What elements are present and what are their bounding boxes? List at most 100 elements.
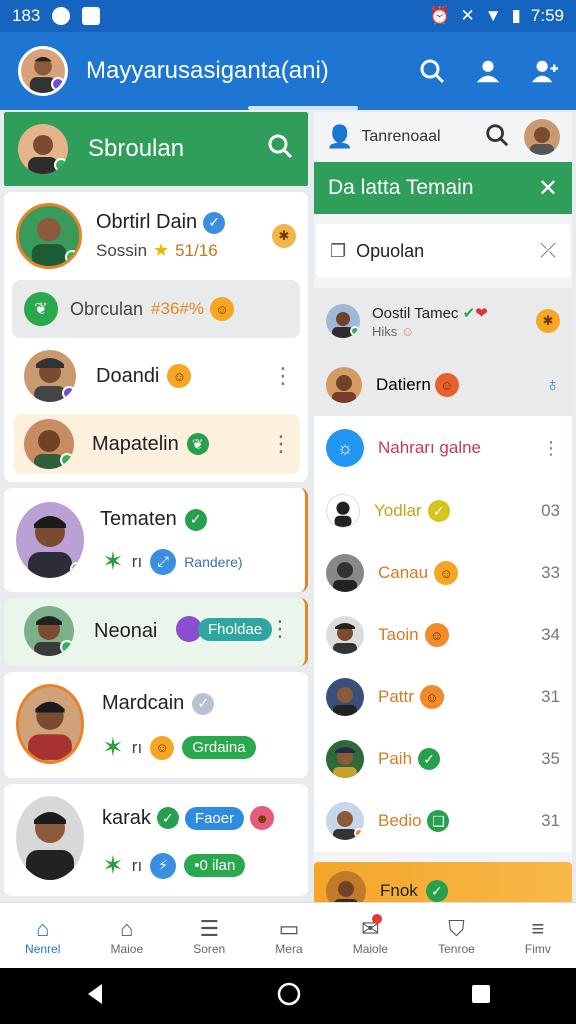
search-input[interactable]: Opuolan — [356, 241, 424, 262]
more-options-icon[interactable]: ⋮ — [542, 438, 560, 459]
bottom-navigation: ⌂ Nenrel ⌂ Maioe ☰ Soren ▭ Mera ✉ Maiole… — [0, 902, 576, 968]
signal-off-icon: ✕ — [460, 6, 475, 25]
contact-name: Datiern — [376, 375, 431, 394]
left-panel: Sbroulan Obrtirl Dain ✓ Sossin ★ 51/16 ✱… — [4, 112, 308, 902]
nav-maioe[interactable]: ⌂ Maioe — [110, 916, 143, 956]
contact-card[interactable]: Mardcain ✓ ✶ rı ☺ Grdaina — [4, 672, 308, 778]
list-item[interactable]: Doandi ☺ ⋮ — [24, 346, 300, 406]
more-options-icon[interactable]: ⋮ — [270, 431, 292, 457]
emoji-icon: ☺ — [209, 297, 234, 321]
right-top-bar: 👤 Tanrenoaal — [314, 112, 572, 162]
avatar — [326, 554, 364, 592]
heart-check-icon: ✓ — [156, 807, 179, 829]
list-item[interactable]: Pattr ☺ 31 — [314, 666, 572, 728]
contact-name: Tematen — [100, 508, 177, 530]
nav-home[interactable]: ⌂ Nenrel — [25, 916, 60, 956]
app-bar: Mayyarusasiganta(ani) — [0, 32, 576, 110]
contact-card[interactable]: Neonai Fholdae ⋮ — [4, 598, 308, 666]
user-icon[interactable]: 👤 — [326, 124, 353, 150]
emoji-icon: ☺ — [400, 323, 415, 339]
status-pill: Faoer — [184, 806, 245, 830]
search-field[interactable]: ❐ Opuolan ⤫ — [316, 224, 570, 278]
award-icon: ♁ — [545, 373, 560, 396]
list-item[interactable]: ❦ Obrculan #36#% ☺ — [12, 280, 300, 338]
house-outline-icon: ⌂ — [120, 915, 134, 941]
clear-icon[interactable]: ⤫ — [540, 240, 556, 263]
more-options-icon[interactable]: ⋮ — [269, 616, 291, 642]
nav-soren[interactable]: ☰ Soren — [193, 916, 225, 956]
status-pill: •0 ilan — [184, 854, 246, 877]
avatar[interactable] — [524, 119, 560, 155]
close-icon[interactable]: ✕ — [538, 174, 558, 203]
verified-icon: ✓ — [192, 692, 215, 715]
nav-mera[interactable]: ▭ Mera — [275, 916, 302, 956]
contact-sub: Hiks — [372, 323, 398, 339]
avatar — [16, 684, 84, 764]
separator-icon: rı — [131, 551, 143, 571]
emoji-icon: ☺ — [434, 561, 459, 585]
list-item[interactable]: Taoin ☺ 34 — [314, 604, 572, 666]
header-avatar[interactable] — [18, 124, 68, 174]
list-item[interactable]: Oostil Tamec ✔❤ Hiks ☺ ✱ — [314, 288, 572, 354]
bookmark-icon: ❐ — [330, 240, 347, 261]
list-item[interactable]: Paih ✓ 35 — [314, 728, 572, 790]
home-button-icon[interactable] — [276, 981, 302, 1012]
emoji-icon: ☺ — [150, 735, 175, 760]
separator-icon: rı — [131, 737, 143, 757]
list-item[interactable]: Datiern ☺ ♁ — [314, 354, 572, 416]
bulb-icon: ☼ — [326, 429, 364, 467]
check-icon: ✓ — [418, 748, 441, 770]
heart-icon: ❤ — [475, 304, 488, 322]
list-item[interactable]: Canau ☺ 33 — [314, 542, 572, 604]
count-value: 31 — [541, 687, 560, 706]
status-time-right: 7:59 — [530, 6, 564, 25]
back-icon[interactable] — [84, 982, 108, 1011]
avatar — [16, 796, 84, 880]
sun-icon: ✱ — [536, 309, 560, 333]
wifi-icon: ▼ — [484, 6, 502, 25]
contact-name: Canau — [378, 563, 429, 582]
list-item[interactable]: Mapatelin ❦ ⋮ — [14, 414, 300, 474]
right-header-title: Da latta Temain — [328, 176, 474, 199]
more-options-icon[interactable]: ⋮ — [272, 363, 294, 389]
contact-card[interactable]: Tematen ✓ ✶ rı ⤢ Randere) — [4, 488, 308, 592]
avatar — [16, 502, 84, 578]
count-value: 34 — [541, 625, 560, 644]
nav-maiole[interactable]: ✉ Maiole — [352, 913, 389, 956]
list-item[interactable]: ☼ Nahrarı galne ⋮ — [314, 416, 572, 480]
app-notification-icon — [52, 7, 71, 25]
nav-label: Maiole — [352, 941, 389, 956]
add-user-icon[interactable] — [530, 57, 558, 85]
contact-name: Doandi — [96, 364, 160, 387]
avatar — [326, 494, 360, 528]
contact-name: Nahrarı galne — [378, 438, 482, 457]
verified-icon: ✓ — [203, 211, 226, 234]
count-value: 33 — [541, 563, 560, 582]
contacts-icon[interactable] — [474, 57, 502, 85]
avatar — [326, 304, 360, 338]
count-value: 03 — [541, 501, 560, 520]
count-value: 35 — [541, 749, 560, 768]
search-icon[interactable] — [484, 122, 510, 153]
list-item[interactable]: Obrtirl Dain ✓ Sossin ★ 51/16 ✱ — [16, 200, 296, 272]
status-pill: Fholdae — [198, 617, 273, 641]
image-notification-icon — [82, 7, 101, 25]
list-item[interactable]: Yodlar ✓ 03 — [314, 480, 572, 542]
recents-icon[interactable] — [470, 983, 492, 1010]
avatar — [24, 350, 76, 402]
nav-tenroe[interactable]: ⛉ Tenroe — [438, 916, 475, 956]
list-item[interactable]: Bedio ❑ 31 — [314, 790, 572, 852]
search-icon[interactable] — [266, 132, 294, 167]
home-icon: ⌂ — [36, 915, 50, 941]
status-pill: Grdaina — [182, 736, 256, 759]
search-icon[interactable] — [418, 57, 446, 85]
star-badge-icon: ✶ — [102, 850, 124, 880]
profile-avatar[interactable] — [18, 46, 68, 96]
star-icon: ★ — [153, 240, 170, 260]
nav-fimv[interactable]: ≡ Fimv — [525, 916, 551, 956]
contact-card[interactable]: karak ✓ Faoer ☻ ✶ rı ⚡ •0 ilan — [4, 784, 308, 896]
right-header: Da latta Temain ✕ — [314, 162, 572, 214]
contact-name: Bedio — [378, 811, 422, 830]
separator-icon: rı — [131, 855, 143, 875]
nav-label: Mera — [275, 941, 303, 956]
